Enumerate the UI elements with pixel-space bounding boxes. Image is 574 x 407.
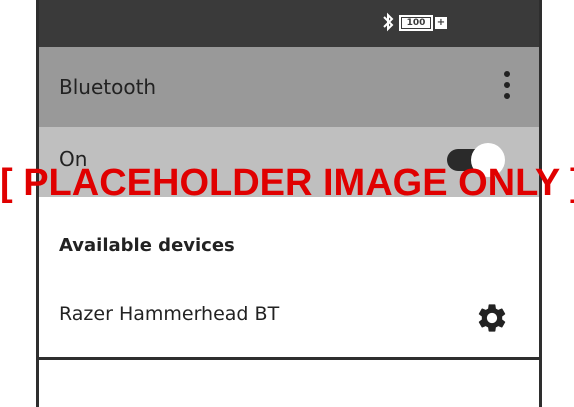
more-vert-icon[interactable] <box>503 71 511 107</box>
charging-icon: + <box>435 17 447 29</box>
page-title: Bluetooth <box>59 75 157 99</box>
bluetooth-icon <box>383 12 394 32</box>
battery-indicator: 100 + <box>399 15 447 31</box>
available-devices-header: Available devices <box>59 235 235 256</box>
battery-level: 100 <box>399 15 433 31</box>
device-name: Razer Hammerhead BT <box>59 303 280 325</box>
status-bar: 100 + <box>39 0 539 47</box>
placeholder-overlay-text: [ PLACEHOLDER IMAGE ONLY ] <box>0 162 574 204</box>
app-bar: Bluetooth <box>39 47 539 127</box>
list-divider <box>39 357 539 360</box>
gear-icon[interactable] <box>475 301 509 335</box>
device-list-item[interactable]: Razer Hammerhead BT <box>39 285 539 355</box>
